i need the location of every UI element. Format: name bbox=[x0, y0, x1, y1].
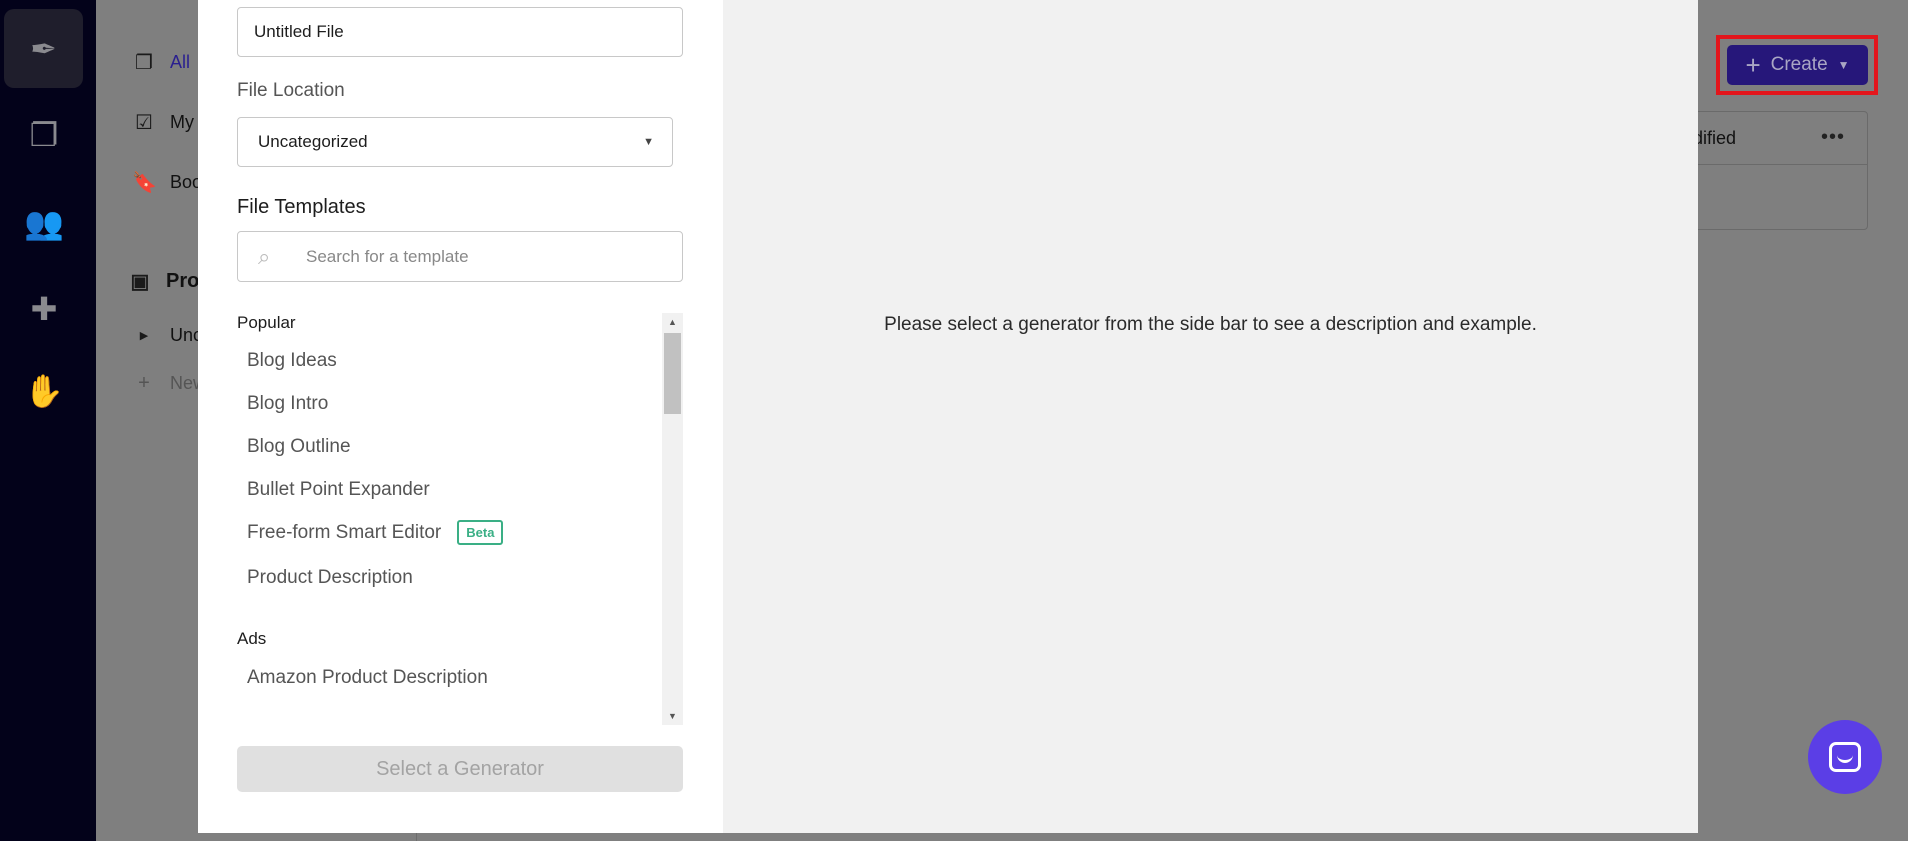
folder-uncategorized[interactable]: ▶ Unc bbox=[132, 325, 202, 346]
chat-launcher-button[interactable] bbox=[1808, 720, 1882, 794]
nav-item-bookmarks[interactable]: 🔖 Boo bbox=[132, 170, 202, 195]
search-icon: ⌕ bbox=[258, 243, 271, 269]
template-item[interactable]: Product Description bbox=[247, 567, 413, 589]
group-label: Ads bbox=[237, 629, 267, 648]
bookmark-icon: 🔖 bbox=[132, 172, 157, 194]
new-folder-button[interactable]: + New bbox=[132, 372, 206, 395]
documents-icon[interactable]: ❐ bbox=[8, 99, 80, 171]
template-item[interactable]: Blog Intro bbox=[247, 393, 328, 415]
template-item[interactable]: Bullet Point Expander bbox=[247, 479, 430, 501]
group-label: Popular bbox=[237, 313, 296, 332]
caret-down-icon: ▼ bbox=[643, 136, 654, 148]
scroll-down-icon[interactable]: ▼ bbox=[662, 711, 683, 721]
plus-icon: + bbox=[1745, 49, 1761, 80]
template-item[interactable]: Free-form Smart Editor Beta bbox=[247, 520, 504, 545]
inbox-icon: ▣ bbox=[130, 271, 150, 293]
file-name-input[interactable]: Untitled File bbox=[237, 7, 683, 57]
feather-sparkle-icon[interactable]: ✒ bbox=[4, 9, 83, 88]
template-list-scrollbar[interactable]: ▲ ▼ bbox=[662, 313, 683, 725]
new-file-modal: Untitled File File Location Uncategorize… bbox=[198, 0, 1698, 833]
template-search-input[interactable]: ⌕ Search for a template bbox=[237, 231, 683, 282]
nav-item-my[interactable]: ☑ My bbox=[132, 110, 194, 135]
documents-icon: ❐ bbox=[135, 52, 153, 74]
app-rail: ✒ ❐ 👥 ✚ ✋ bbox=[0, 0, 96, 841]
clipboard-check-icon: ☑ bbox=[135, 112, 153, 134]
create-button[interactable]: + Create ▼ bbox=[1727, 45, 1868, 85]
template-item[interactable]: Blog Ideas bbox=[247, 350, 337, 372]
projects-heading: ▣ Pro bbox=[128, 269, 200, 294]
chat-icon bbox=[1829, 742, 1861, 772]
description-placeholder: Please select a generator from the side … bbox=[884, 313, 1537, 335]
file-templates-label: File Templates bbox=[237, 196, 366, 218]
beta-badge: Beta bbox=[457, 520, 504, 545]
nav-item-all[interactable]: ❐ All bbox=[132, 50, 190, 75]
scrollbar-thumb[interactable] bbox=[664, 333, 681, 414]
file-location-select[interactable]: Uncategorized ▼ bbox=[237, 117, 673, 167]
scroll-up-icon[interactable]: ▲ bbox=[662, 317, 683, 327]
modal-sidebar: Untitled File File Location Uncategorize… bbox=[198, 0, 723, 833]
plus-icon: + bbox=[138, 372, 150, 394]
template-item[interactable]: Amazon Product Description bbox=[247, 667, 488, 689]
more-icon[interactable]: ••• bbox=[1821, 126, 1845, 149]
file-location-label: File Location bbox=[237, 80, 345, 101]
template-list: Popular Blog Ideas Blog Intro Blog Outli… bbox=[237, 313, 683, 725]
select-generator-button[interactable]: Select a Generator bbox=[237, 746, 683, 792]
caret-right-icon: ▶ bbox=[139, 330, 149, 342]
template-item[interactable]: Blog Outline bbox=[247, 436, 351, 458]
generator-preview: Please select a generator from the side … bbox=[723, 0, 1698, 833]
magic-hand-icon[interactable]: ✋ bbox=[8, 355, 80, 427]
caret-down-icon: ▼ bbox=[1837, 58, 1850, 72]
users-icon[interactable]: 👥 bbox=[8, 187, 80, 259]
puzzle-icon[interactable]: ✚ bbox=[8, 273, 80, 345]
